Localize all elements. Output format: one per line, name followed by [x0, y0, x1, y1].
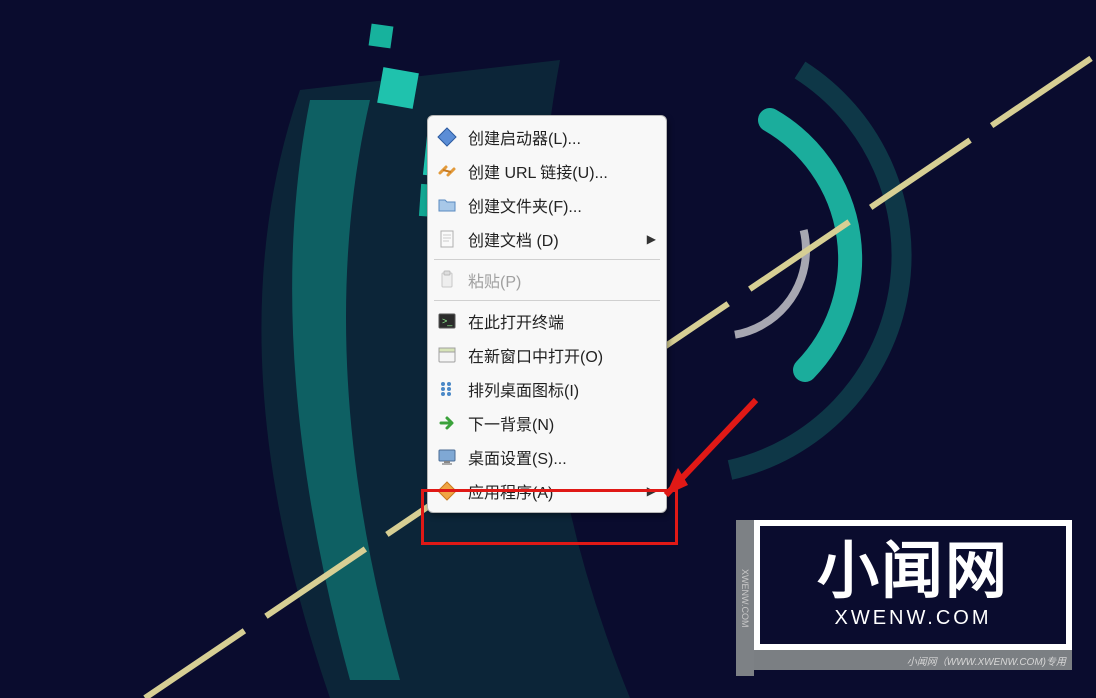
- svg-text:>_: >_: [442, 316, 453, 326]
- link-orange-icon: [436, 160, 458, 182]
- menu-item-open-new-window[interactable]: 在新窗口中打开(O): [428, 338, 666, 372]
- watermark-vertical-label: XWENW.COM: [736, 520, 754, 676]
- menu-item-label: 在新窗口中打开(O): [468, 343, 656, 367]
- arrange-icon: [436, 378, 458, 400]
- menu-item-label: 下一背景(N): [468, 411, 656, 435]
- menu-item-label: 排列桌面图标(I): [468, 377, 656, 401]
- menu-item-label: 应用程序(A): [468, 479, 641, 503]
- menu-item-label: 创建 URL 链接(U)...: [468, 159, 656, 183]
- menu-item-create-launcher[interactable]: 创建启动器(L)...: [428, 120, 666, 154]
- menu-separator: [434, 300, 660, 301]
- watermark-footer: 小闻网（WWW.XWENW.COM)专用: [754, 650, 1072, 670]
- terminal-icon: >_: [436, 310, 458, 332]
- menu-item-label: 创建启动器(L)...: [468, 125, 656, 149]
- watermark: XWENW.COM 小闻网 XWENW.COM 小闻网（WWW.XWENW.CO…: [754, 520, 1072, 676]
- diamond-blue-icon: [436, 126, 458, 148]
- menu-item-create-url-link[interactable]: 创建 URL 链接(U)...: [428, 154, 666, 188]
- menu-item-label: 创建文档 (D): [468, 227, 641, 251]
- folder-blue-icon: [436, 194, 458, 216]
- menu-item-label: 创建文件夹(F)...: [468, 193, 656, 217]
- menu-item-arrange-icons[interactable]: 排列桌面图标(I): [428, 372, 666, 406]
- menu-item-applications[interactable]: 应用程序(A) ▶: [428, 474, 666, 508]
- menu-item-label: 在此打开终端: [468, 309, 656, 333]
- menu-item-label: 粘贴(P): [468, 268, 656, 292]
- menu-item-next-background[interactable]: 下一背景(N): [428, 406, 666, 440]
- next-green-icon: [436, 412, 458, 434]
- document-icon: [436, 228, 458, 250]
- desktop-background[interactable]: 创建启动器(L)... 创建 URL 链接(U)... 创建文件夹(F)... …: [0, 0, 1096, 698]
- submenu-arrow-icon: ▶: [647, 484, 656, 498]
- menu-item-create-folder[interactable]: 创建文件夹(F)...: [428, 188, 666, 222]
- display-icon: [436, 446, 458, 468]
- menu-item-desktop-settings[interactable]: 桌面设置(S)...: [428, 440, 666, 474]
- window-icon: [436, 344, 458, 366]
- menu-separator: [434, 259, 660, 260]
- watermark-title: 小闻网: [817, 541, 1009, 603]
- menu-item-paste: 粘贴(P): [428, 263, 666, 297]
- clipboard-icon: [436, 269, 458, 291]
- desktop-context-menu: 创建启动器(L)... 创建 URL 链接(U)... 创建文件夹(F)... …: [427, 115, 667, 513]
- menu-item-open-terminal[interactable]: >_ 在此打开终端: [428, 304, 666, 338]
- submenu-arrow-icon: ▶: [647, 232, 656, 246]
- menu-item-label: 桌面设置(S)...: [468, 445, 656, 469]
- watermark-subtitle: XWENW.COM: [835, 607, 992, 630]
- watermark-main: 小闻网 XWENW.COM: [754, 520, 1072, 650]
- diamond-orange-icon: [436, 480, 458, 502]
- menu-item-create-document[interactable]: 创建文档 (D) ▶: [428, 222, 666, 256]
